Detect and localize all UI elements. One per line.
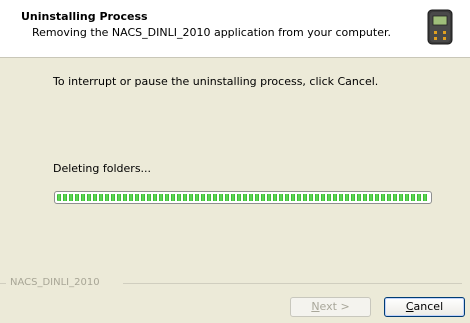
branding-divider [123, 283, 462, 284]
header-banner: Uninstalling Process Removing the NACS_D… [0, 0, 470, 58]
cancel-button[interactable]: Cancel [384, 297, 465, 317]
header-title: Uninstalling Process [21, 10, 148, 23]
cancel-button-label: ancel [413, 300, 444, 313]
branding-label: NACS_DINLI_2010 [10, 277, 100, 288]
instruction-text: To interrupt or pause the uninstalling p… [53, 75, 379, 88]
next-button-accelerator: N [311, 300, 320, 313]
branding-divider-left [0, 283, 6, 284]
progress-bar [54, 191, 432, 204]
header-subtitle: Removing the NACS_DINLI_2010 application… [32, 26, 391, 39]
next-button[interactable]: Next > [290, 297, 371, 317]
status-text: Deleting folders... [53, 162, 152, 175]
progress-fill [57, 194, 429, 201]
device-icon [427, 9, 453, 45]
cancel-button-accelerator: C [405, 300, 414, 313]
next-button-label: ext > [319, 300, 350, 313]
